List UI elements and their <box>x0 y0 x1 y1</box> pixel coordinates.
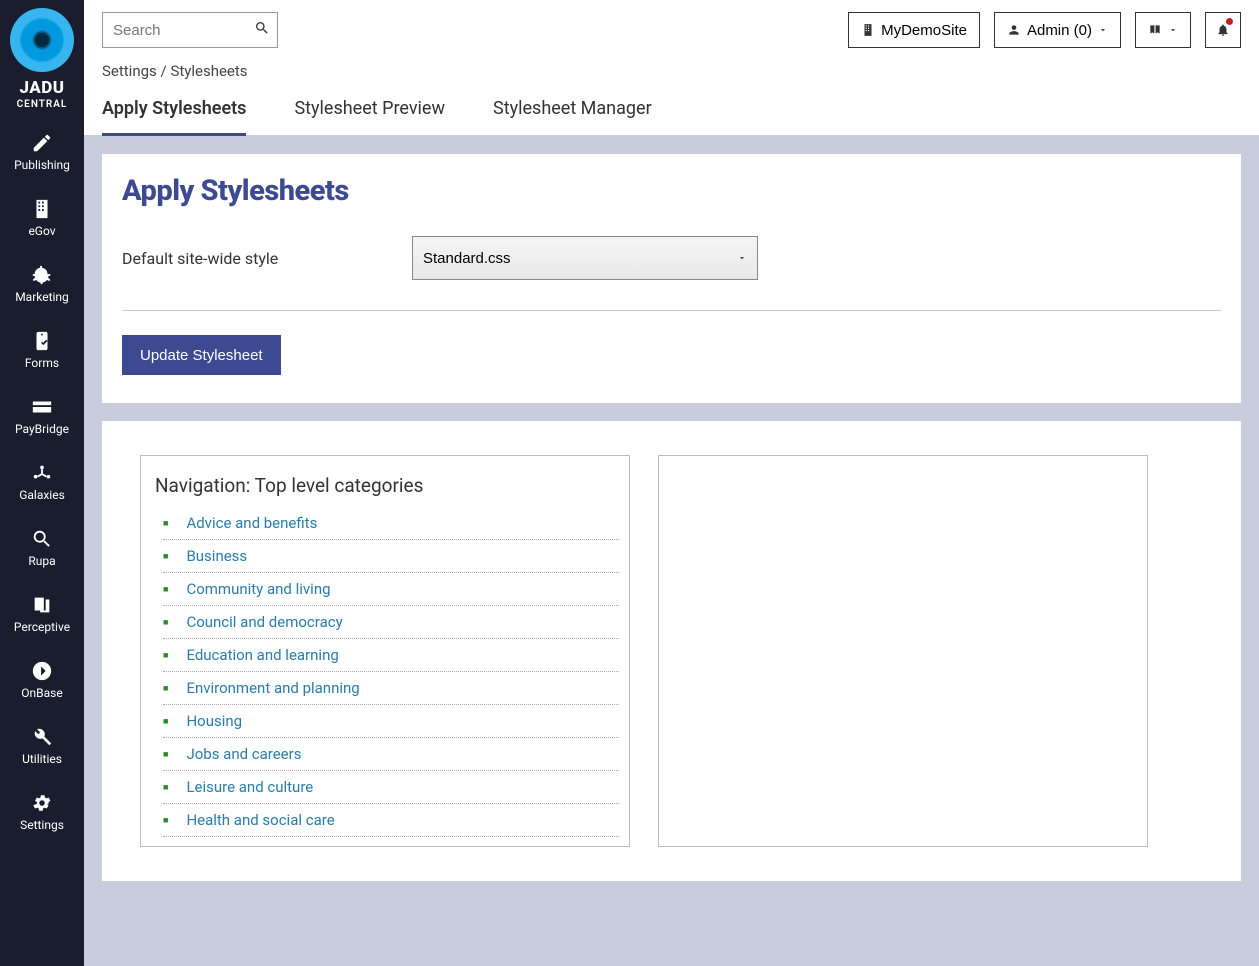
sidebar-item-paybridge[interactable]: PayBridge <box>0 396 84 436</box>
network-icon <box>31 462 53 484</box>
notification-dot-icon <box>1226 18 1233 25</box>
book-icon <box>1148 23 1162 37</box>
sidebar-item-egov[interactable]: eGov <box>0 198 84 238</box>
default-style-label: Default site-wide style <box>122 249 382 268</box>
sidebar-item-label: Utilities <box>22 752 62 766</box>
topbar: MyDemoSite Admin (0) <box>84 0 1259 48</box>
apply-stylesheets-panel: Apply Stylesheets Default site-wide styl… <box>102 154 1241 403</box>
sidebar-item-label: Marketing <box>15 290 69 304</box>
list-item: Community and living <box>163 573 619 606</box>
list-item: Health and social care <box>163 804 619 837</box>
sidebar-item-galaxies[interactable]: Galaxies <box>0 462 84 502</box>
preview-panel: Navigation: Top level categories Advice … <box>102 421 1241 881</box>
list-item: Environment and planning <box>163 672 619 705</box>
bullhorn-icon <box>31 264 53 286</box>
brand-subtitle: CENTRAL <box>17 99 68 110</box>
sidebar-item-label: eGov <box>28 224 55 238</box>
tab-stylesheet-manager[interactable]: Stylesheet Manager <box>493 98 652 135</box>
category-link[interactable]: Council and democracy <box>186 613 342 631</box>
sidebar-item-rupa[interactable]: Rupa <box>0 528 84 568</box>
sidebar-item-label: Publishing <box>14 158 70 172</box>
navigation-list[interactable]: Advice and benefits Business Community and… <box>141 507 629 846</box>
preview-right-box <box>658 455 1148 847</box>
caret-down-icon <box>1168 25 1178 35</box>
sidebar-item-onbase[interactable]: OnBase <box>0 660 84 700</box>
site-selector-label: MyDemoSite <box>881 22 967 39</box>
page-title: Apply Stylesheets <box>122 174 1221 208</box>
site-selector-button[interactable]: MyDemoSite <box>848 12 980 48</box>
update-stylesheet-button[interactable]: Update Stylesheet <box>122 335 281 375</box>
bell-icon <box>1216 23 1230 37</box>
category-link[interactable]: Advice and benefits <box>186 514 317 532</box>
sidebar-item-label: Settings <box>20 818 64 832</box>
search-input[interactable] <box>102 12 278 48</box>
gear-icon <box>31 792 53 814</box>
sidebar-item-forms[interactable]: Forms <box>0 330 84 370</box>
building-icon <box>861 23 875 37</box>
circle-arrow-icon <box>31 660 53 682</box>
category-link[interactable]: Housing <box>186 712 242 730</box>
list-item: Jobs and careers <box>163 738 619 771</box>
sidebar-item-marketing[interactable]: Marketing <box>0 264 84 304</box>
list-item: Education and learning <box>163 639 619 672</box>
caret-down-icon <box>1098 25 1108 35</box>
user-icon <box>1007 23 1021 37</box>
search-box <box>102 12 278 48</box>
book-menu-button[interactable] <box>1135 12 1191 48</box>
sidebar-item-settings[interactable]: Settings <box>0 792 84 832</box>
search-icon[interactable] <box>254 20 270 40</box>
wrench-icon <box>31 726 53 748</box>
tab-stylesheet-preview[interactable]: Stylesheet Preview <box>294 98 445 135</box>
breadcrumb-root[interactable]: Settings <box>102 62 157 80</box>
category-link[interactable]: Jobs and careers <box>186 745 301 763</box>
list-item: Leisure and culture <box>163 771 619 804</box>
sidebar-item-label: Perceptive <box>14 620 70 634</box>
user-menu-label: Admin (0) <box>1027 22 1092 39</box>
navigation-categories-box: Navigation: Top level categories Advice … <box>140 455 630 847</box>
logo-icon <box>10 8 74 72</box>
category-link[interactable]: Education and learning <box>186 646 338 664</box>
docs-icon <box>31 594 53 616</box>
list-item: Business <box>163 540 619 573</box>
sidebar-item-perceptive[interactable]: Perceptive <box>0 594 84 634</box>
building-icon <box>31 198 53 220</box>
breadcrumb: Settings / Stylesheets <box>84 48 1259 80</box>
brand-name: JADU <box>19 78 64 98</box>
user-menu-button[interactable]: Admin (0) <box>994 12 1121 48</box>
pencil-icon <box>31 132 53 154</box>
tab-apply-stylesheets[interactable]: Apply Stylesheets <box>102 98 246 136</box>
category-link[interactable]: Leisure and culture <box>186 778 313 796</box>
default-style-select[interactable]: Standard.css <box>412 236 758 280</box>
sidebar-item-label: OnBase <box>21 686 62 700</box>
list-item: Advice and benefits <box>163 507 619 540</box>
magnifier-icon <box>31 528 53 550</box>
sidebar-item-label: Forms <box>25 356 59 370</box>
sidebar-item-label: Rupa <box>28 554 55 568</box>
list-item: Housing <box>163 705 619 738</box>
category-link[interactable]: Community and living <box>186 580 330 598</box>
category-link[interactable]: Environment and planning <box>186 679 359 697</box>
category-link[interactable]: Business <box>186 547 247 565</box>
clipboard-icon <box>31 330 53 352</box>
list-item: Council and democracy <box>163 606 619 639</box>
sidebar-item-publishing[interactable]: Publishing <box>0 132 84 172</box>
tabs: Apply Stylesheets Stylesheet Preview Style… <box>84 80 1259 136</box>
category-link[interactable]: Health and social care <box>186 811 334 829</box>
breadcrumb-current: Stylesheets <box>170 62 247 80</box>
navigation-title: Navigation: Top level categories <box>141 456 629 507</box>
divider <box>122 310 1221 311</box>
sidebar: JADU CENTRAL Publishing eGov Marketing Form… <box>0 0 84 966</box>
card-icon <box>31 396 53 418</box>
sidebar-item-utilities[interactable]: Utilities <box>0 726 84 766</box>
sidebar-item-label: Galaxies <box>19 488 65 502</box>
sidebar-item-label: PayBridge <box>15 422 69 436</box>
notifications-button[interactable] <box>1205 12 1241 48</box>
